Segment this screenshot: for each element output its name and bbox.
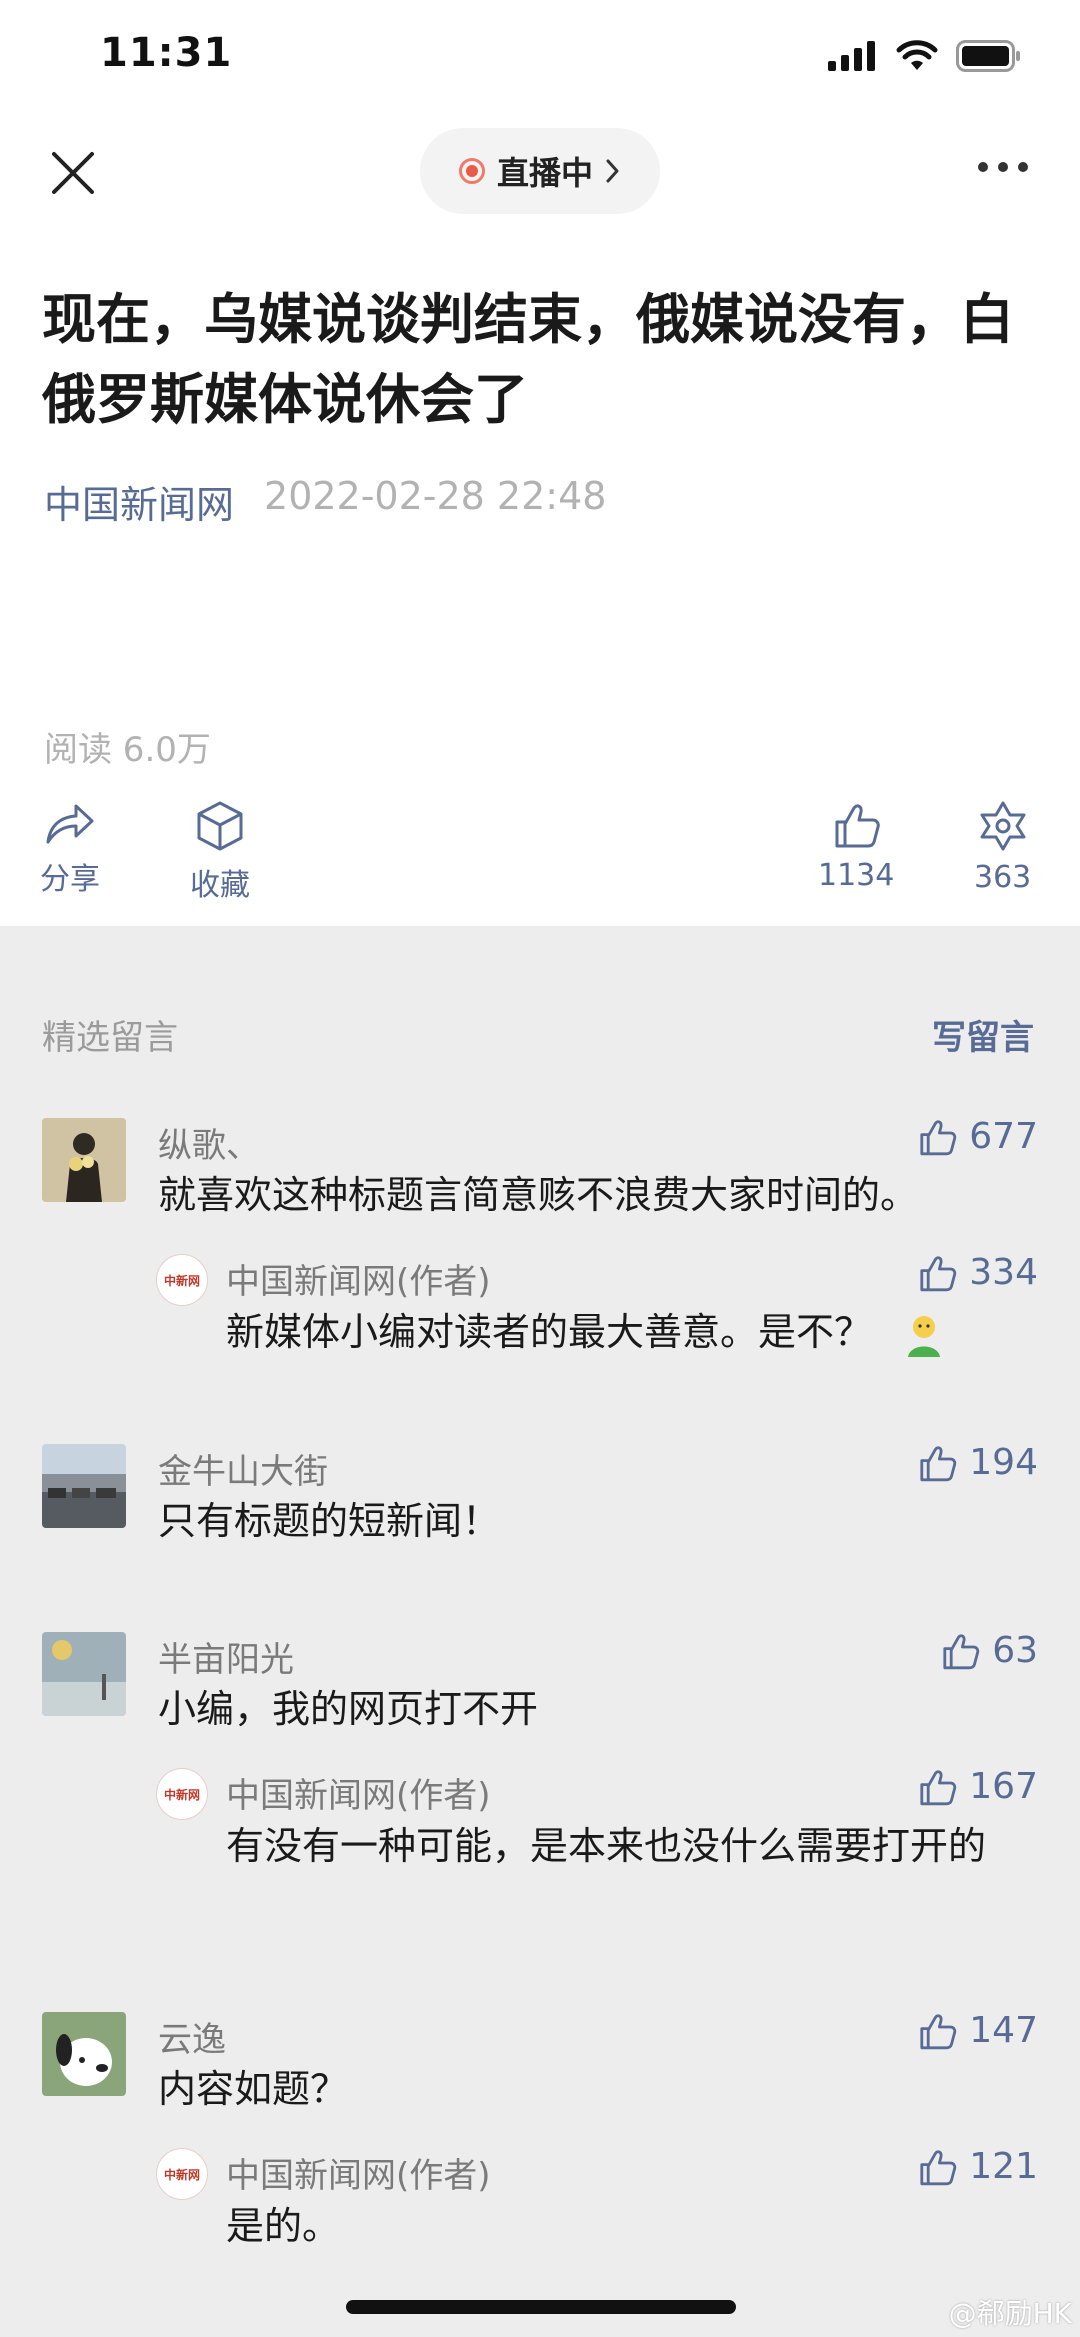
reply-text: 是的。 [226, 2204, 341, 2248]
comment-text: 就喜欢这种标题言简意赅不浪费大家时间的。 [158, 1173, 919, 1217]
close-button[interactable] [48, 148, 98, 198]
more-dot-icon [1018, 162, 1028, 172]
user-avatar-image [42, 1444, 126, 1528]
reply-text: 有没有一种可能，是本来也没什么需要打开的 [226, 1824, 987, 1868]
comment-like-button[interactable]: 63 [940, 1630, 1038, 1671]
author-logo-text: 中新网 [163, 1787, 200, 1802]
reply-like-count: 167 [969, 1766, 1038, 1807]
user-avatar-image [42, 1118, 126, 1202]
reply-text: 新媒体小编对读者的最大善意。是不？ [226, 1302, 1026, 1362]
share-label: 分享 [40, 862, 100, 897]
reply-author[interactable]: 中国新闻网(作者) [226, 1254, 491, 1303]
action-bar: 分享 收藏 1134 363 [0, 800, 1080, 910]
comment-author[interactable]: 云逸 [158, 2012, 226, 2061]
thumbs-up-icon [920, 1119, 957, 1155]
home-indicator[interactable] [346, 2300, 736, 2314]
reply-author[interactable]: 中国新闻网(作者) [226, 2148, 491, 2197]
avatar[interactable] [42, 1632, 126, 1716]
comment-like-button[interactable]: 194 [917, 1442, 1038, 1483]
wow-button[interactable]: 363 [974, 800, 1031, 895]
reply-like-button[interactable]: 677 334 [917, 1252, 1038, 1293]
comment-author[interactable]: 纵歌、 [158, 1118, 260, 1167]
favorite-label: 收藏 [190, 868, 250, 903]
avatar[interactable] [42, 1444, 126, 1528]
comment-like-button[interactable]: 677 [917, 1116, 1038, 1157]
avatar[interactable] [42, 1118, 126, 1202]
status-icons [828, 40, 1022, 72]
thumbs-up-icon [835, 804, 880, 848]
featured-comments-label: 精选留言 [42, 1018, 178, 1058]
like-count: 1134 [818, 858, 895, 893]
reply-author[interactable]: 中国新闻网(作者) [226, 1768, 491, 1817]
article-header-area: 11:31 直播中 现在，乌媒说谈判结束，俄媒说没有，白俄罗斯媒体说休会了 中国… [0, 0, 1080, 926]
more-dot-icon [998, 162, 1008, 172]
thumbs-up-icon [920, 2149, 957, 2185]
more-dot-icon [978, 162, 988, 172]
reply-like-count: 334 [969, 1252, 1038, 1293]
like-button[interactable]: 1134 [818, 800, 894, 893]
author-logo-icon: 中新网 [156, 1254, 208, 1306]
article-source-link[interactable]: 中国新闻网 [44, 474, 234, 529]
comment-text: 小编，我的网页打不开 [158, 1687, 539, 1731]
author-logo-text: 中新网 [163, 2167, 200, 2182]
more-options-button[interactable] [978, 162, 1028, 172]
comment-like-count: 194 [969, 1442, 1038, 1483]
thumbs-up-icon [943, 1633, 980, 1669]
chevron-right-icon [606, 159, 619, 183]
share-button[interactable]: 分享 [40, 800, 100, 898]
avatar[interactable] [42, 2012, 126, 2096]
user-avatar-image [42, 1632, 126, 1716]
wifi-icon [896, 40, 938, 70]
author-logo-icon: 中新网 [156, 2148, 208, 2200]
live-indicator-icon [458, 158, 485, 184]
article-meta: 中国新闻网 2022-02-28 22:48 [44, 474, 606, 529]
article-title: 现在，乌媒说谈判结束，俄媒说没有，白俄罗斯媒体说休会了 [42, 288, 1014, 431]
reply-text-content: 新媒体小编对读者的最大善意。是不？ [226, 1310, 873, 1354]
person-emoji-icon [908, 1315, 941, 1357]
thumbs-up-icon [920, 1255, 957, 1291]
thumbs-up-icon [920, 1445, 957, 1481]
cube-icon [197, 801, 243, 851]
wow-count: 363 [974, 860, 1032, 895]
live-button[interactable]: 直播中 [420, 128, 660, 214]
reply-like-count: 121 [969, 2146, 1038, 2187]
comment-like-count: 63 [992, 1630, 1038, 1671]
comment-text: 只有标题的短新闻！ [158, 1499, 501, 1543]
author-logo-icon: 中新网 [156, 1768, 208, 1820]
write-comment-button[interactable]: 写留言 [932, 1010, 1034, 1059]
watermark: @郗励HK [948, 2297, 1072, 2330]
author-logo-text: 中新网 [163, 1273, 200, 1288]
read-count: 阅读 6.0万 [44, 730, 211, 770]
comment-author[interactable]: 金牛山大街 [158, 1444, 328, 1493]
user-avatar-image [42, 2012, 126, 2096]
cellular-signal-icon [828, 41, 875, 71]
thumbs-up-icon [920, 2013, 957, 2049]
star-icon [980, 801, 1026, 851]
favorite-button[interactable]: 收藏 [190, 800, 250, 904]
comment-author[interactable]: 半亩阳光 [158, 1632, 294, 1681]
article-date: 2022-02-28 22:48 [264, 474, 607, 518]
battery-icon [956, 40, 1020, 72]
comment-like-count: 677 [969, 1116, 1038, 1157]
reply-like-button[interactable]: 167 [917, 1766, 1038, 1807]
comment-like-count: 147 [969, 2010, 1038, 2051]
comment-like-button[interactable]: 147 [917, 2010, 1038, 2051]
status-time: 11:31 [100, 30, 233, 76]
live-label: 直播中 [496, 154, 593, 192]
comment-text: 内容如题？ [158, 2067, 349, 2111]
close-icon [52, 152, 94, 194]
share-icon [46, 804, 94, 844]
thumbs-up-icon [920, 1769, 957, 1805]
reply-like-button[interactable]: 121 [917, 2146, 1038, 2187]
